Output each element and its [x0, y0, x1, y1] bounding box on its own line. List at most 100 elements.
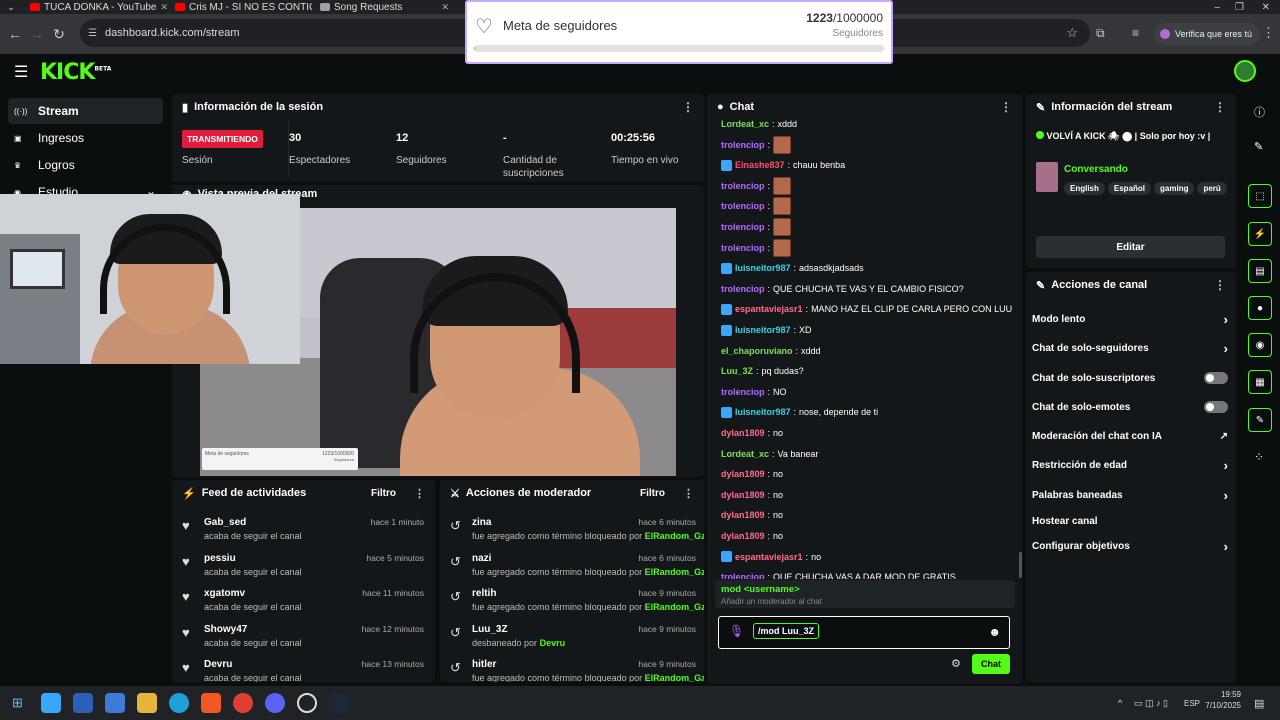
tab-close-icon[interactable]: ✕ [441, 2, 449, 13]
mod-menu-icon[interactable]: ⋮ [683, 487, 694, 500]
channel-menu-icon[interactable]: ⋮ [1214, 278, 1226, 292]
feed-username[interactable]: xgatomv [204, 588, 245, 599]
session-menu-icon[interactable]: ⋮ [682, 100, 694, 114]
steam-icon[interactable] [328, 693, 349, 713]
feed-item[interactable]: ♥ Devru acaba de seguir el canal hace 13 mi… [172, 654, 432, 682]
browser-menu-icon[interactable]: ⋮ [1262, 25, 1275, 41]
chat-message[interactable]: luisneitor987: nose, depende de ti [721, 402, 878, 422]
chat-message[interactable]: dylan1809: no [721, 423, 783, 443]
mod-action-target[interactable]: Luu_3Z [472, 624, 508, 635]
rail-lightning-icon[interactable]: ⚡ [1248, 222, 1272, 246]
chat-message[interactable]: el_chaporuviano: xddd [721, 341, 821, 361]
tab-list-icon[interactable]: ⌄ [0, 2, 22, 13]
mod-action-item[interactable]: ↺ Luu_3Z desbaneado por Devru hace 9 minuto… [440, 619, 704, 655]
toggle-switch[interactable] [1204, 401, 1228, 413]
mod-action-target[interactable]: reltih [472, 588, 496, 599]
mod-action-by[interactable]: ElRandom_Gz [645, 567, 704, 577]
chat-username[interactable]: trolenciop [721, 222, 765, 232]
chat-send-button[interactable]: Chat [972, 654, 1010, 674]
channel-action-item[interactable]: Hostear canal [1032, 514, 1228, 528]
feed-item[interactable]: ♥ Showy47 acaba de seguir el canal hace 12 … [172, 619, 432, 655]
chat-message[interactable]: luisneitor987: XD [721, 320, 812, 340]
chat-message[interactable]: trolenciop: [721, 135, 792, 155]
chat-username[interactable]: Lordeat_xc [721, 119, 769, 129]
explorer-icon[interactable] [136, 693, 157, 713]
chrome-icon[interactable] [232, 693, 253, 713]
rail-chat-icon[interactable]: ● [1248, 296, 1272, 320]
tray-icons[interactable]: ▭ ◫ ♪ ▯ [1134, 698, 1168, 709]
chat-message[interactable]: trolenciop: QUE CHUCHA TE VAS Y EL CAMBIO… [721, 279, 964, 299]
rail-wrench-icon[interactable]: ✎ [1248, 408, 1272, 432]
chat-message[interactable]: dylan1809: no [721, 464, 783, 484]
chat-settings-gear-icon[interactable]: ⚙ [951, 657, 961, 670]
chat-username[interactable]: dylan1809 [721, 531, 765, 541]
mod-action-target[interactable]: nazi [472, 553, 491, 564]
chat-username[interactable]: trolenciop [721, 243, 765, 253]
site-settings-icon[interactable]: ☰ [88, 28, 97, 39]
chat-menu-icon[interactable]: ⋮ [1000, 100, 1012, 114]
microphone-icon[interactable]: 🎙 [729, 624, 744, 638]
maximize-icon[interactable]: ❐ [1235, 2, 1244, 13]
channel-action-item[interactable]: Configurar objetivos › [1032, 539, 1228, 554]
chat-username[interactable]: trolenciop [721, 572, 765, 579]
mod-action-by[interactable]: Devru [540, 638, 566, 648]
chat-message[interactable]: Einashe837: chauu benba [721, 155, 845, 175]
rail-screen-icon[interactable]: ⬚ [1248, 184, 1272, 208]
chat-username[interactable]: dylan1809 [721, 469, 765, 479]
mod-action-by[interactable]: ElRandom_Gz [645, 602, 704, 612]
edit-pencil-icon[interactable]: ✎ [1254, 140, 1263, 153]
store-icon[interactable] [104, 693, 125, 713]
discord-icon[interactable] [264, 693, 285, 713]
media-control-icon[interactable]: ≡ [1132, 26, 1139, 40]
stream-info-menu-icon[interactable]: ⋮ [1214, 100, 1226, 114]
bookmark-star-icon[interactable]: ☆ [1066, 25, 1078, 41]
channel-action-item[interactable]: Chat de solo-suscriptores [1032, 371, 1228, 385]
tray-clock[interactable]: 19:59 7/10/2025 [1205, 689, 1241, 711]
chat-username[interactable]: luisneitor987 [735, 325, 791, 335]
mod-action-item[interactable]: ↺ nazi fue agregado como término bloqueado… [440, 548, 704, 584]
chat-username[interactable]: trolenciop [721, 284, 765, 294]
chat-username[interactable]: Luu_3Z [721, 366, 753, 376]
mod-action-item[interactable]: ↺ zina fue agregado como término bloqueado… [440, 512, 704, 548]
chat-message[interactable]: dylan1809: no [721, 526, 783, 546]
kick-logo[interactable]: KICKBETA [40, 60, 111, 85]
chat-username[interactable]: el_chaporuviano [721, 346, 793, 356]
feed-username[interactable]: Gab_sed [204, 517, 246, 528]
chat-message[interactable]: trolenciop: [721, 176, 792, 196]
browser-tab[interactable]: Cris MJ - SI NO ES CONTIG✕ [167, 0, 312, 14]
chat-username[interactable]: dylan1809 [721, 490, 765, 500]
extensions-icon[interactable]: ⧉ [1096, 26, 1105, 41]
chat-username[interactable]: trolenciop [721, 201, 765, 211]
mod-action-item[interactable]: ↺ reltih fue agregado como término bloquea… [440, 583, 704, 619]
chat-message[interactable]: dylan1809: no [721, 485, 783, 505]
chat-username[interactable]: espantaviejasr1 [735, 304, 803, 314]
chat-username[interactable]: luisneitor987 [735, 263, 791, 273]
minimize-icon[interactable]: – [1214, 2, 1220, 13]
mod-filter-button[interactable]: Filtro [640, 488, 665, 499]
chat-input-value[interactable]: /mod Luu_3Z [753, 623, 819, 639]
feed-username[interactable]: Showy47 [204, 624, 247, 635]
feed-item[interactable]: ♥ xgatomv acaba de seguir el canal hace 11 … [172, 583, 432, 619]
rail-broadcast-icon[interactable]: ◉ [1248, 333, 1272, 357]
chat-username[interactable]: trolenciop [721, 181, 765, 191]
chat-username[interactable]: trolenciop [721, 387, 765, 397]
taskview-icon[interactable] [72, 693, 93, 713]
chat-username[interactable]: dylan1809 [721, 428, 765, 438]
chat-message[interactable]: trolenciop: [721, 238, 792, 258]
channel-action-item[interactable]: Palabras baneadas › [1032, 488, 1228, 503]
channel-action-item[interactable]: Moderación del chat con IA ↗ [1032, 429, 1228, 443]
rail-layout-icon[interactable]: ▦ [1248, 370, 1272, 394]
tray-language[interactable]: ESP [1184, 699, 1200, 708]
toggle-switch[interactable] [1204, 372, 1228, 384]
feed-username[interactable]: Devru [204, 659, 232, 670]
mod-action-item[interactable]: ↺ hitler fue agregado como término bloquea… [440, 654, 704, 682]
command-suggestion[interactable]: mod <username> Añadir un moderador al ch… [715, 580, 1015, 608]
chat-message[interactable]: espantaviejasr1: no [721, 547, 821, 567]
mod-action-by[interactable]: ElRandom_Gz [645, 673, 704, 682]
tag-0[interactable]: English [1064, 182, 1105, 195]
feed-filter-button[interactable]: Filtro [371, 488, 396, 499]
tag-2[interactable]: gaming [1154, 182, 1195, 195]
category-name[interactable]: Conversando [1064, 164, 1128, 175]
chat-message[interactable]: luisneitor987: adsasdkjadsads [721, 258, 864, 278]
user-avatar[interactable] [1234, 60, 1256, 82]
